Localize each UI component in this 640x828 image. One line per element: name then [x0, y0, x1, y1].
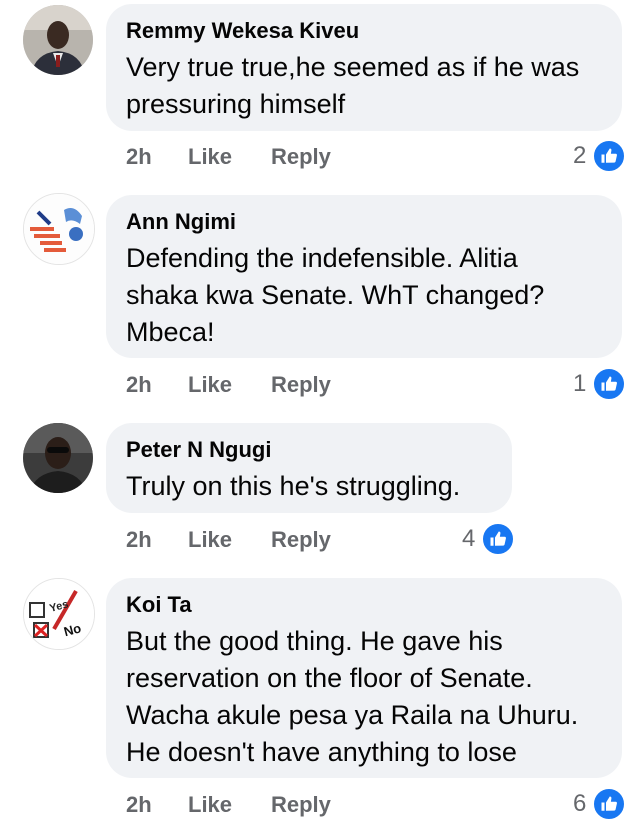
comment-text-line: reservation on the floor of Senate. — [126, 663, 533, 693]
comment-actions: 2h Like Reply — [126, 527, 331, 557]
reply-button[interactable]: Reply — [271, 527, 331, 553]
comment-actions: 2h Like Reply — [126, 792, 331, 822]
thumbs-up-icon — [592, 367, 627, 401]
comment-author[interactable]: Koi Ta — [126, 591, 602, 619]
reply-button[interactable]: Reply — [271, 792, 331, 818]
thumbs-up-icon — [481, 522, 516, 556]
comment-text-line: pressuring himself — [126, 89, 346, 119]
comment-bubble: Remmy Wekesa Kiveu Very true true,he see… — [106, 4, 622, 131]
comment-author[interactable]: Peter N Ngugi — [126, 436, 492, 464]
like-button[interactable]: Like — [188, 372, 232, 398]
comment-actions: 2h Like Reply — [126, 372, 331, 402]
avatar[interactable] — [23, 423, 93, 493]
reply-button[interactable]: Reply — [271, 372, 331, 398]
reply-button[interactable]: Reply — [271, 144, 331, 170]
comment-text-line: shaka kwa Senate. WhT changed? — [126, 280, 545, 310]
man-portrait-icon — [23, 423, 93, 493]
comment-timestamp[interactable]: 2h — [126, 527, 152, 553]
reaction-summary[interactable]: 6 — [573, 787, 627, 821]
comment-timestamp[interactable]: 2h — [126, 792, 152, 818]
comment-text: Very true true,he seemed as if he was pr… — [126, 49, 602, 123]
like-button[interactable]: Like — [188, 792, 232, 818]
reaction-count: 1 — [573, 370, 587, 397]
comment-text-line: Very true true,he seemed as if he was — [126, 52, 580, 82]
comment-author[interactable]: Ann Ngimi — [126, 208, 602, 236]
comment-text-line: But the good thing. He gave his — [126, 626, 503, 656]
ballot-yes-no-icon: Yes No — [24, 579, 94, 649]
avatar[interactable] — [23, 193, 95, 265]
comment-text: But the good thing. He gave his reservat… — [126, 623, 602, 771]
comment-bubble: Koi Ta But the good thing. He gave his r… — [106, 578, 622, 778]
like-button[interactable]: Like — [188, 527, 232, 553]
comment-timestamp[interactable]: 2h — [126, 372, 152, 398]
man-portrait-icon — [23, 5, 93, 75]
comment-text: Truly on this he's struggling. — [126, 468, 492, 505]
comment-text-line: Defending the indefensible. Alitia — [126, 243, 518, 273]
poster-avatar-icon — [24, 194, 94, 264]
comment-text-line: Truly on this he's struggling. — [126, 471, 461, 501]
comment-author[interactable]: Remmy Wekesa Kiveu — [126, 17, 602, 45]
thumbs-up-icon — [592, 787, 627, 821]
comment-text-line: He doesn't have anything to lose — [126, 737, 517, 767]
thumbs-up-icon — [592, 139, 627, 173]
avatar[interactable]: Yes No — [23, 578, 95, 650]
like-button[interactable]: Like — [188, 144, 232, 170]
avatar[interactable] — [23, 5, 93, 75]
comment-bubble: Ann Ngimi Defending the indefensible. Al… — [106, 195, 622, 358]
comment-timestamp[interactable]: 2h — [126, 144, 152, 170]
reaction-count: 6 — [573, 790, 587, 817]
reaction-count: 2 — [573, 142, 587, 169]
comment-bubble: Peter N Ngugi Truly on this he's struggl… — [106, 423, 512, 513]
reaction-summary[interactable]: 1 — [573, 367, 627, 401]
comment-text: Defending the indefensible. Alitia shaka… — [126, 240, 602, 351]
comment-text-line: Wacha akule pesa ya Raila na Uhuru. — [126, 700, 579, 730]
comment-actions: 2h Like Reply — [126, 144, 331, 174]
reaction-summary[interactable]: 4 — [462, 522, 516, 556]
reaction-summary[interactable]: 2 — [573, 139, 627, 173]
reaction-count: 4 — [462, 525, 476, 552]
comment-text-line: Mbeca! — [126, 317, 215, 347]
